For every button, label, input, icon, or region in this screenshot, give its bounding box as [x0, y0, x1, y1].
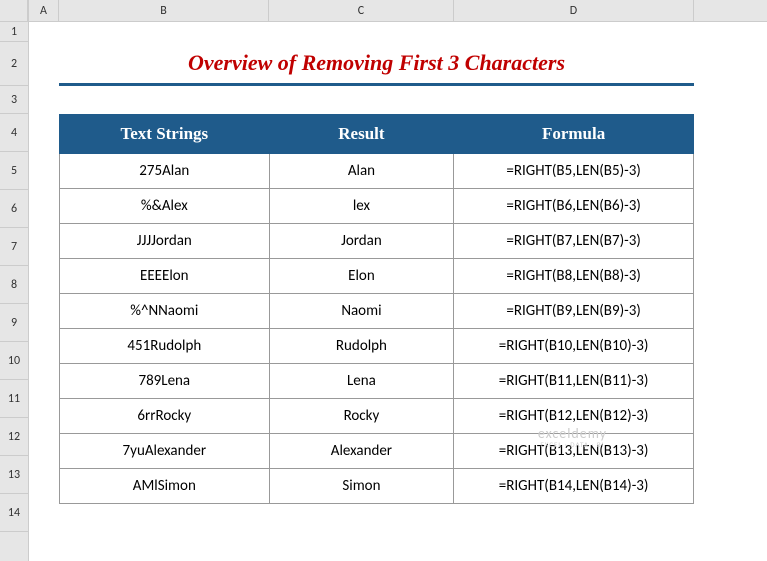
- table-row: 451Rudolph Rudolph =RIGHT(B10,LEN(B10)-3…: [60, 329, 694, 364]
- cell-text[interactable]: %&Alex: [60, 189, 270, 224]
- table-row: AMlSimon Simon =RIGHT(B14,LEN(B14)-3): [60, 469, 694, 504]
- cell-result[interactable]: Simon: [269, 469, 454, 504]
- header-text-strings[interactable]: Text Strings: [60, 115, 270, 154]
- row-header-1[interactable]: 1: [0, 22, 28, 42]
- cell-formula[interactable]: =RIGHT(B8,LEN(B8)-3): [454, 259, 694, 294]
- cell-text[interactable]: 7yuAlexander: [60, 434, 270, 469]
- main-grid-area: A B C D Overview of Removing First 3 Cha…: [29, 0, 767, 561]
- row-header-9[interactable]: 9: [0, 304, 28, 342]
- table-row: %^NNaomi Naomi =RIGHT(B9,LEN(B9)-3): [60, 294, 694, 329]
- cell-result[interactable]: Lena: [269, 364, 454, 399]
- cell-formula[interactable]: =RIGHT(B13,LEN(B13)-3): [454, 434, 694, 469]
- row-header-7[interactable]: 7: [0, 228, 28, 266]
- row-header-12[interactable]: 12: [0, 418, 28, 456]
- cell-text[interactable]: 6rrRocky: [60, 399, 270, 434]
- column-headers-row: A B C D: [29, 0, 767, 22]
- cell-result[interactable]: Elon: [269, 259, 454, 294]
- row-header-6[interactable]: 6: [0, 190, 28, 228]
- page-title[interactable]: Overview of Removing First 3 Characters: [59, 42, 694, 86]
- cell-text[interactable]: 275Alan: [60, 154, 270, 189]
- row-header-14[interactable]: 14: [0, 494, 28, 532]
- row-header-8[interactable]: 8: [0, 266, 28, 304]
- cell-formula[interactable]: =RIGHT(B9,LEN(B9)-3): [454, 294, 694, 329]
- cell-result[interactable]: Alexander: [269, 434, 454, 469]
- row-header-3[interactable]: 3: [0, 86, 28, 114]
- table-row: 6rrRocky Rocky =RIGHT(B12,LEN(B12)-3): [60, 399, 694, 434]
- row-header-5[interactable]: 5: [0, 152, 28, 190]
- cell-formula[interactable]: =RIGHT(B6,LEN(B6)-3): [454, 189, 694, 224]
- cell-formula[interactable]: =RIGHT(B5,LEN(B5)-3): [454, 154, 694, 189]
- cells-area[interactable]: Overview of Removing First 3 Characters …: [29, 22, 767, 504]
- spreadsheet-grid: 1 2 3 4 5 6 7 8 9 10 11 12 13 14 A B C D…: [0, 0, 767, 561]
- row-header-2[interactable]: 2: [0, 42, 28, 86]
- cell-result[interactable]: Rudolph: [269, 329, 454, 364]
- table-row: EEEElon Elon =RIGHT(B8,LEN(B8)-3): [60, 259, 694, 294]
- cell-text[interactable]: EEEElon: [60, 259, 270, 294]
- cell-text[interactable]: %^NNaomi: [60, 294, 270, 329]
- cell-text[interactable]: 789Lena: [60, 364, 270, 399]
- row-header-10[interactable]: 10: [0, 342, 28, 380]
- table-row: 789Lena Lena =RIGHT(B11,LEN(B11)-3): [60, 364, 694, 399]
- header-formula[interactable]: Formula: [454, 115, 694, 154]
- cell-text[interactable]: JJJJordan: [60, 224, 270, 259]
- cell-result[interactable]: Naomi: [269, 294, 454, 329]
- col-header-a[interactable]: A: [29, 0, 59, 21]
- data-table: Text Strings Result Formula 275Alan Alan…: [59, 114, 694, 504]
- row-headers-column: 1 2 3 4 5 6 7 8 9 10 11 12 13 14: [0, 0, 29, 561]
- cell-formula[interactable]: =RIGHT(B12,LEN(B12)-3): [454, 399, 694, 434]
- row-header-13[interactable]: 13: [0, 456, 28, 494]
- cell-result[interactable]: Jordan: [269, 224, 454, 259]
- row-header-11[interactable]: 11: [0, 380, 28, 418]
- header-result[interactable]: Result: [269, 115, 454, 154]
- cell-formula[interactable]: =RIGHT(B14,LEN(B14)-3): [454, 469, 694, 504]
- col-header-c[interactable]: C: [269, 0, 454, 21]
- table-row: %&Alex lex =RIGHT(B6,LEN(B6)-3): [60, 189, 694, 224]
- cell-result[interactable]: Rocky: [269, 399, 454, 434]
- table-row: JJJJordan Jordan =RIGHT(B7,LEN(B7)-3): [60, 224, 694, 259]
- cell-text[interactable]: AMlSimon: [60, 469, 270, 504]
- col-header-d[interactable]: D: [454, 0, 694, 21]
- cell-formula[interactable]: =RIGHT(B11,LEN(B11)-3): [454, 364, 694, 399]
- table-row: 7yuAlexander Alexander =RIGHT(B13,LEN(B1…: [60, 434, 694, 469]
- cell-result[interactable]: lex: [269, 189, 454, 224]
- cell-result[interactable]: Alan: [269, 154, 454, 189]
- cell-formula[interactable]: =RIGHT(B7,LEN(B7)-3): [454, 224, 694, 259]
- row-header-4[interactable]: 4: [0, 114, 28, 152]
- select-all-corner[interactable]: [0, 0, 28, 22]
- table-header-row: Text Strings Result Formula: [60, 115, 694, 154]
- cell-formula[interactable]: =RIGHT(B10,LEN(B10)-3): [454, 329, 694, 364]
- table-row: 275Alan Alan =RIGHT(B5,LEN(B5)-3): [60, 154, 694, 189]
- cell-text[interactable]: 451Rudolph: [60, 329, 270, 364]
- col-header-b[interactable]: B: [59, 0, 269, 21]
